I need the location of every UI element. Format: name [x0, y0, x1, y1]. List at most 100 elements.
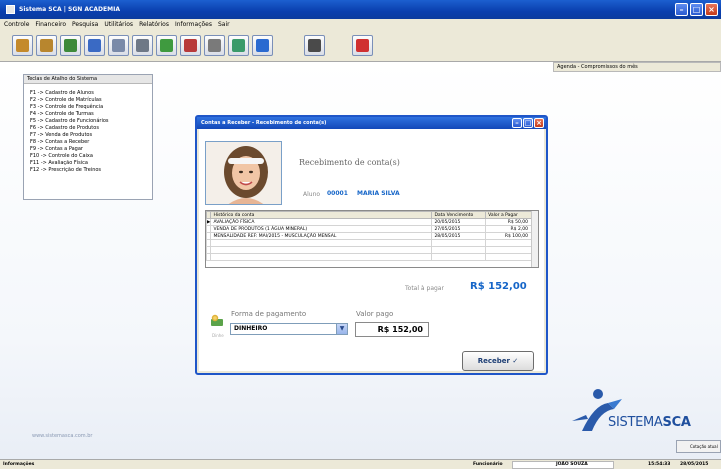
shortcuts-panel: Teclas de Atalho do Sistema F1 -> Cadast…	[23, 74, 153, 200]
cell-historico: MENSALIDADE REF: MAI/2015 - MUSCULAÇÃO M…	[210, 232, 433, 240]
toolbar-button-power[interactable]	[352, 35, 373, 56]
dialog-title: Contas a Receber - Recebimento de conta(…	[201, 120, 327, 126]
shortcut-item: F4 -> Controle de Turmas	[30, 111, 94, 117]
toolbar-button-printer[interactable]	[132, 35, 153, 56]
menu-item-pesquisa[interactable]: Pesquisa	[72, 21, 98, 28]
toolbar-button-money-in[interactable]	[156, 35, 177, 56]
shortcut-item: F8 -> Contas a Receber	[30, 139, 90, 145]
shortcut-item: F1 -> Cadastro de Alunos	[30, 90, 94, 96]
shortcut-item: F3 -> Controle de Frequência	[30, 104, 104, 110]
students-icon	[16, 39, 29, 52]
student-label: Aluno	[303, 191, 321, 198]
logo-text-sistema: SISTEMA	[608, 415, 663, 430]
toolbar-button-logoff[interactable]	[304, 35, 325, 56]
sistema-sca-logo	[568, 385, 708, 440]
shortcut-item: F9 -> Contas a Pagar	[30, 146, 83, 152]
amount-paid-label: Valor pago	[356, 310, 394, 318]
dialog-close-button[interactable]: ×	[534, 118, 544, 128]
amount-paid-input[interactable]: R$ 152,00	[355, 322, 429, 337]
table-row-empty	[205, 253, 532, 261]
power-icon	[356, 39, 369, 52]
total-value: R$ 152,00	[470, 281, 527, 292]
shortcut-item: F7 -> Venda de Produtos	[30, 132, 93, 138]
cell-vencimento: 27/05/2015	[431, 225, 487, 233]
toolbar-button-user[interactable]	[84, 35, 105, 56]
table-row[interactable]: MENSALIDADE REF: MAI/2015 - MUSCULAÇÃO M…	[205, 232, 532, 240]
reports-icon	[232, 39, 245, 52]
receivables-dialog: Contas a Receber - Recebimento de conta(…	[195, 115, 548, 375]
window-title: Sistema SCA | SGN ACADEMIA	[19, 6, 120, 13]
menu-item-sair[interactable]: Sair	[218, 21, 230, 28]
table-row[interactable]: VENDA DE PRODUTOS (1 ÁGUA MINERAL) 27/05/…	[205, 225, 532, 233]
toolbar-button-enrollment[interactable]	[36, 35, 57, 56]
cell-valor: R$ 2,00	[485, 225, 532, 233]
dialog-body: Recebimento de conta(s) Aluno 00001 MARI…	[199, 129, 544, 371]
status-bar: Informações Funcionário JOÃO SOUZA 15:54…	[0, 459, 721, 469]
payment-method-value: DINHEIRO	[234, 325, 268, 332]
toolbar	[0, 30, 721, 62]
agenda-header: Agenda - Compromissos do mês	[553, 62, 721, 72]
payment-method-label: Forma de pagamento	[231, 310, 307, 318]
dialog-maximize-button[interactable]: □	[523, 118, 533, 128]
table-row-empty	[205, 246, 532, 254]
table-row[interactable]: ▶ AVALIAÇÃO FÍSICA 20/05/2015 R$ 50,00	[205, 218, 532, 226]
menu-item-financeiro[interactable]: Financeiro	[35, 21, 66, 28]
grid-header-historico[interactable]: Histórico da conta	[210, 211, 433, 219]
grid-header-valor[interactable]: Valor a Pagar	[485, 211, 532, 219]
payment-method-select[interactable]: DINHEIRO ▼	[230, 323, 348, 335]
shortcut-item: F10 -> Controle do Caixa	[30, 153, 93, 159]
status-date: 28/05/2015	[680, 462, 709, 467]
receive-button[interactable]: Receber ✓	[462, 351, 534, 371]
cell-valor: R$ 50,00	[485, 218, 532, 226]
cell-vencimento: 28/05/2015	[431, 232, 487, 240]
shortcut-item: F5 -> Cadastro de Funcionários	[30, 118, 109, 124]
shortcut-item: F11 -> Avaliação Física	[30, 160, 88, 166]
total-label: Total à pagar	[405, 285, 444, 292]
frequency-icon	[64, 39, 77, 52]
quote-button[interactable]: Cotação atual	[676, 440, 721, 453]
student-name: MARIA SILVA	[357, 190, 400, 197]
logo-text-sca: SCA	[662, 415, 691, 430]
toolbar-button-money-out[interactable]	[180, 35, 201, 56]
accounts-grid[interactable]: Histórico da conta Data Vencimento Valor…	[205, 210, 539, 268]
row-pointer-icon: ▶	[205, 218, 212, 226]
cell-historico: VENDA DE PRODUTOS (1 ÁGUA MINERAL)	[210, 225, 433, 233]
toolbar-button-frequency[interactable]	[60, 35, 81, 56]
close-button[interactable]: ×	[705, 3, 718, 16]
maximize-button[interactable]: □	[690, 3, 703, 16]
tools-icon	[208, 39, 221, 52]
menu-item-informacoes[interactable]: Informações	[175, 21, 212, 28]
menu-item-controle[interactable]: Controle	[4, 21, 29, 28]
user-icon	[88, 39, 101, 52]
minimize-button[interactable]: –	[675, 3, 688, 16]
cell-valor: R$ 100,00	[485, 232, 532, 240]
table-row-empty	[205, 239, 532, 247]
logo-text: SISTEMASCA	[608, 415, 691, 430]
shortcuts-header: Teclas de Atalho do Sistema	[24, 75, 152, 84]
website-text: www.sistemasca.com.br	[32, 433, 93, 439]
shortcut-item: F12 -> Prescrição de Treinos	[30, 167, 102, 173]
app-icon	[6, 5, 15, 14]
dialog-titlebar: Contas a Receber - Recebimento de conta(…	[197, 117, 546, 129]
toolbar-button-reports[interactable]	[228, 35, 249, 56]
menu-item-utilitarios[interactable]: Utilitários	[104, 21, 133, 28]
student-code: 00001	[327, 190, 348, 197]
menu-item-relatorios[interactable]: Relatórios	[139, 21, 169, 28]
grid-header-vencimento[interactable]: Data Vencimento	[431, 211, 487, 219]
shortcuts-list: F1 -> Cadastro de Alunos F2 -> Controle d…	[24, 84, 152, 174]
toolbar-button-students[interactable]	[12, 35, 33, 56]
money-icon	[209, 313, 225, 329]
toolbar-button-tools[interactable]	[204, 35, 225, 56]
quote-button-label: Cotação atual	[690, 444, 718, 449]
menu-bar: Controle Financeiro Pesquisa Utilitários…	[0, 19, 721, 30]
shortcut-item: F2 -> Controle de Matrículas	[30, 97, 102, 103]
status-employee-label: Funcionário	[473, 462, 503, 467]
chevron-down-icon[interactable]: ▼	[336, 324, 347, 334]
toolbar-button-cart[interactable]	[108, 35, 129, 56]
dialog-minimize-button[interactable]: –	[512, 118, 522, 128]
toolbar-button-help[interactable]	[252, 35, 273, 56]
status-employee-value: JOÃO SOUZA	[556, 462, 588, 467]
status-info: Informações	[3, 462, 35, 467]
cell-vencimento: 20/05/2015	[431, 218, 487, 226]
grid-scrollbar[interactable]	[531, 211, 538, 267]
